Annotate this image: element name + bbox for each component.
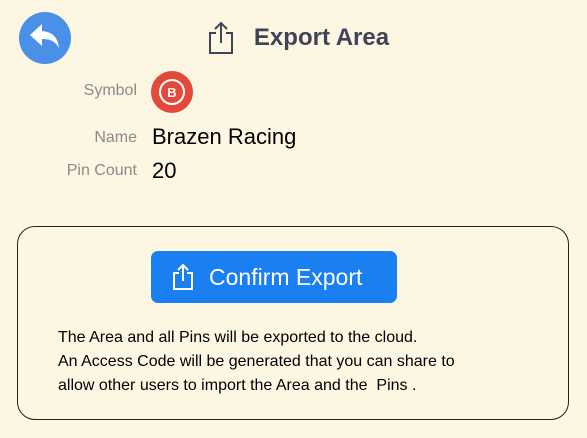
share-icon (206, 21, 236, 55)
export-description: The Area and all Pins will be exported t… (58, 326, 558, 398)
name-value: Brazen Racing (152, 124, 297, 149)
confirm-export-button[interactable]: Confirm Export (151, 251, 397, 303)
description-line: An Access Code will be generated that yo… (58, 353, 455, 370)
symbol-letter: B (159, 79, 185, 105)
header: Export Area (0, 18, 587, 58)
pin-count-value: 20 (152, 158, 177, 183)
symbol-badge: B (151, 71, 193, 113)
name-label: Name (94, 129, 137, 146)
description-line: The Area and all Pins will be exported t… (58, 329, 418, 346)
symbol-label: Symbol (83, 82, 137, 99)
page-title: Export Area (253, 24, 390, 51)
pin-count-label: Pin Count (66, 162, 137, 179)
description-line: allow other users to import the Area and… (58, 377, 417, 394)
confirm-export-label: Confirm Export (209, 263, 363, 290)
share-icon (171, 263, 195, 291)
